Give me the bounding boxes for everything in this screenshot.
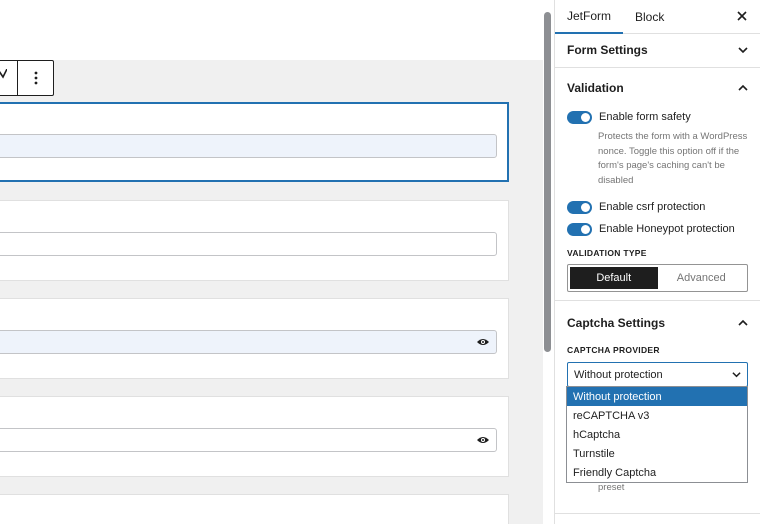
select-value: Without protection	[574, 368, 663, 381]
panel-title: Validation	[567, 81, 624, 95]
tab-block[interactable]: Block	[623, 0, 676, 34]
option-turnstile[interactable]: Turnstile	[567, 444, 747, 463]
text-input-preview[interactable]	[0, 134, 497, 158]
honeypot-row: Enable Honeypot protection	[555, 218, 760, 240]
validation-type-default[interactable]: Default	[570, 267, 658, 289]
chevron-up-icon	[738, 84, 748, 91]
transform-icon[interactable]	[0, 69, 7, 83]
eye-icon[interactable]	[476, 435, 490, 445]
password-input-preview[interactable]	[0, 428, 497, 452]
form-safety-row: Enable form safety	[555, 106, 760, 128]
hidden-help-text: preset	[598, 482, 625, 493]
validation-type-advanced[interactable]: Advanced	[658, 267, 746, 289]
option-friendly-captcha[interactable]: Friendly Captcha	[567, 463, 747, 482]
sidebar-tabs: JetForm Block	[555, 0, 760, 34]
close-icon[interactable]	[736, 10, 748, 22]
panel-title: Captcha Settings	[567, 316, 666, 330]
form-settings-panel: Form Settings	[555, 34, 760, 68]
chevron-up-icon	[738, 319, 748, 326]
option-recaptcha-v3[interactable]: reCAPTCHA v3	[567, 406, 747, 425]
chevron-down-icon	[738, 47, 748, 54]
form-field-block[interactable]	[0, 494, 509, 524]
editor-canvas	[0, 0, 543, 524]
captcha-provider-label: CAPTCHA PROVIDER	[567, 345, 660, 355]
honeypot-label: Enable Honeypot protection	[599, 223, 735, 235]
password-field-block[interactable]	[0, 298, 509, 379]
form-field-block[interactable]	[0, 200, 509, 281]
captcha-provider-select[interactable]: Without protection	[567, 362, 748, 387]
password-input-preview[interactable]	[0, 330, 497, 354]
form-field-block-selected[interactable]	[0, 102, 509, 182]
more-options-button[interactable]	[17, 61, 53, 95]
csrf-switch[interactable]	[567, 200, 592, 214]
option-without-protection[interactable]: Without protection	[567, 387, 747, 406]
editor-scrollbar[interactable]	[544, 12, 551, 352]
validation-panel: Validation Enable form safety Protects t…	[555, 68, 760, 301]
tab-jetform[interactable]: JetForm	[555, 0, 624, 34]
form-safety-switch[interactable]	[567, 110, 592, 124]
captcha-toggle[interactable]: Captcha Settings	[555, 305, 760, 341]
eye-icon[interactable]	[476, 337, 490, 347]
validation-toggle[interactable]: Validation	[555, 72, 760, 104]
captcha-provider-dropdown: Without protection reCAPTCHA v3 hCaptcha…	[566, 386, 748, 483]
text-input-preview[interactable]	[0, 232, 497, 256]
csrf-label: Enable csrf protection	[599, 201, 706, 213]
more-vertical-icon	[34, 71, 37, 85]
password-field-block[interactable]	[0, 396, 509, 477]
chevron-down-icon	[732, 372, 741, 378]
block-toolbar	[0, 60, 54, 96]
form-safety-help: Protects the form with a WordPress nonce…	[598, 131, 748, 186]
form-safety-label: Enable form safety	[599, 111, 691, 123]
csrf-row: Enable csrf protection	[555, 196, 760, 218]
validation-type-control: Default Advanced	[567, 264, 748, 292]
panel-title: Form Settings	[567, 43, 648, 57]
honeypot-switch[interactable]	[567, 222, 592, 236]
validation-type-label: VALIDATION TYPE	[567, 248, 647, 258]
form-settings-toggle[interactable]: Form Settings	[555, 34, 760, 66]
option-hcaptcha[interactable]: hCaptcha	[567, 425, 747, 444]
panel-divider	[554, 513, 760, 514]
